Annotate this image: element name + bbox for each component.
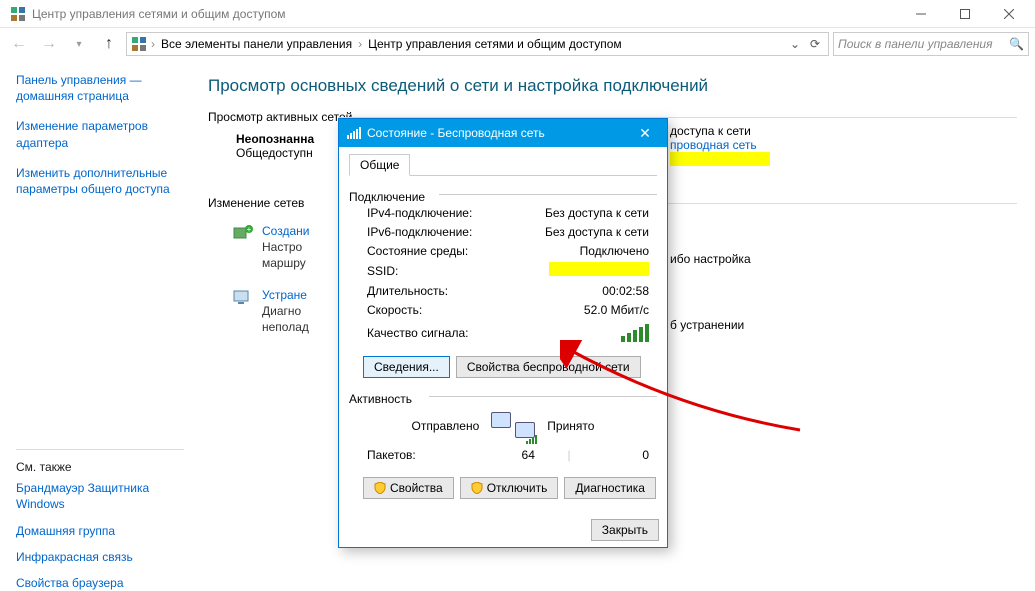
properties-button[interactable]: Свойства — [363, 477, 454, 499]
app-icon — [10, 6, 26, 22]
chevron-right-icon[interactable]: › — [356, 37, 364, 51]
control-panel-icon — [131, 36, 147, 52]
window-title: Центр управления сетями и общим доступом — [32, 7, 899, 21]
address-bar: ← → ▾ ↑ › Все элементы панели управления… — [0, 28, 1035, 60]
back-button[interactable]: ← — [6, 31, 32, 57]
chevron-right-icon[interactable]: › — [149, 37, 157, 51]
sidebar-home-link[interactable]: Панель управления — домашняя страница — [16, 72, 184, 104]
access-type-row: доступа к сети — [670, 124, 770, 138]
sidebar-adapter-settings[interactable]: Изменение параметров адаптера — [16, 118, 184, 150]
action-title: Устране — [262, 288, 309, 302]
received-label: Принято — [547, 419, 594, 433]
ssid-value — [489, 262, 657, 282]
signal-quality-icon — [621, 324, 657, 342]
dialog-title: Состояние - Беспроводная сеть — [367, 126, 545, 140]
refresh-button[interactable]: ⟳ — [806, 37, 824, 51]
minimize-button[interactable] — [899, 0, 943, 28]
duration-value: 00:02:58 — [489, 282, 657, 301]
breadcrumb-item[interactable]: Центр управления сетями и общим доступом — [366, 37, 624, 51]
sidebar-browser-props[interactable]: Свойства браузера — [16, 575, 184, 591]
sidebar: Панель управления — домашняя страница Из… — [0, 60, 200, 584]
packets-received: 0 — [571, 446, 657, 465]
wireless-properties-button[interactable]: Свойства беспроводной сети — [456, 356, 641, 378]
action-tail-text: б устранении — [670, 318, 744, 332]
search-placeholder: Поиск в панели управления — [838, 37, 1009, 51]
ipv4-value: Без доступа к сети — [489, 204, 657, 223]
details-button[interactable]: Сведения... — [363, 356, 450, 378]
sent-label: Отправлено — [412, 419, 480, 433]
see-also-header: См. также — [16, 460, 184, 474]
breadcrumb[interactable]: › Все элементы панели управления › Центр… — [126, 32, 829, 56]
activity-fieldset: Активность Отправлено Принято Пакетов: 6… — [349, 388, 657, 499]
connection-link[interactable]: проводная сеть — [670, 138, 757, 152]
breadcrumb-item[interactable]: Все элементы панели управления — [159, 37, 354, 51]
forward-button[interactable]: → — [36, 31, 62, 57]
connection-fieldset: Подключение IPv4-подключение:Без доступа… — [349, 186, 657, 378]
search-input[interactable]: Поиск в панели управления 🔍 — [833, 32, 1029, 56]
signal-icon — [347, 127, 361, 139]
action-tail-text: ибо настройка — [670, 252, 751, 266]
redacted-highlight — [549, 262, 649, 276]
create-connection-icon: + — [232, 224, 254, 242]
breadcrumb-dropdown[interactable]: ⌄ — [786, 37, 804, 51]
sidebar-sharing-settings[interactable]: Изменить дополнительные параметры общего… — [16, 165, 184, 197]
disable-button[interactable]: Отключить — [460, 477, 559, 499]
sidebar-homegroup[interactable]: Домашняя группа — [16, 523, 184, 539]
media-state-value: Подключено — [489, 242, 657, 261]
sidebar-infrared[interactable]: Инфракрасная связь — [16, 549, 184, 565]
dialog-titlebar[interactable]: Состояние - Беспроводная сеть ✕ — [339, 119, 667, 147]
dialog-close-button[interactable]: ✕ — [631, 119, 659, 147]
tab-general[interactable]: Общие — [349, 154, 410, 176]
up-button[interactable]: ↑ — [96, 31, 122, 57]
window-titlebar: Центр управления сетями и общим доступом — [0, 0, 1035, 28]
redacted-highlight — [670, 152, 770, 166]
sidebar-firewall[interactable]: Брандмауэр Защитника Windows — [16, 480, 184, 512]
ipv6-value: Без доступа к сети — [489, 223, 657, 242]
action-title: Создани — [262, 224, 309, 238]
close-button[interactable] — [987, 0, 1031, 28]
speed-value: 52.0 Мбит/с — [489, 301, 657, 320]
svg-text:+: + — [247, 225, 252, 234]
diagnose-button[interactable]: Диагностика — [564, 477, 656, 499]
wifi-status-dialog: Состояние - Беспроводная сеть ✕ Общие По… — [338, 118, 668, 548]
page-heading: Просмотр основных сведений о сети и наст… — [208, 76, 1017, 96]
search-icon: 🔍 — [1009, 37, 1024, 51]
packets-sent: 64 — [489, 446, 567, 465]
maximize-button[interactable] — [943, 0, 987, 28]
troubleshoot-icon — [232, 288, 254, 306]
activity-icon — [491, 412, 535, 440]
close-dialog-button[interactable]: Закрыть — [591, 519, 659, 541]
recent-dropdown[interactable]: ▾ — [66, 31, 92, 57]
